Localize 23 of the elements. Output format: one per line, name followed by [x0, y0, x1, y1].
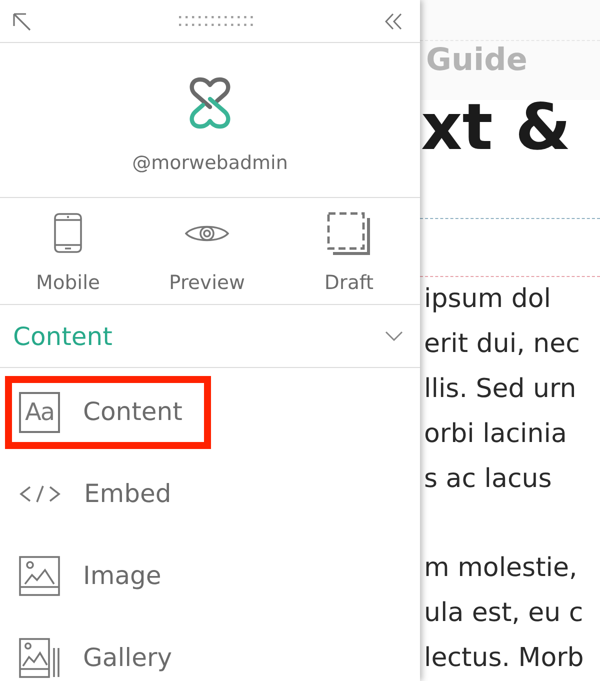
- eye-icon: [185, 224, 229, 242]
- picture-icon: [19, 556, 60, 596]
- draft-button[interactable]: Draft: [324, 198, 374, 295]
- dashed-square-icon: [327, 212, 371, 254]
- hearts-logo-icon: [187, 77, 233, 129]
- widget-item[interactable]: Gallery: [19, 638, 172, 678]
- body-paragraph: ipsum dol erit dui, nec llis. Sed urn orbi lacinia s ac lacus: [423, 283, 581, 496]
- widget-item[interactable]: Aa Content: [5, 376, 212, 448]
- preview-button[interactable]: Preview: [169, 198, 245, 295]
- mobile-button[interactable]: Mobile: [36, 198, 100, 295]
- double-chevron-icon[interactable]: [385, 12, 402, 30]
- diagonal-arrow-icon[interactable]: [13, 13, 31, 31]
- page-heading: xt &: [420, 100, 572, 156]
- code-brackets-icon: [19, 485, 61, 503]
- username-text: @morwebadmin: [132, 151, 288, 175]
- phone-icon: [54, 213, 82, 253]
- picture-stack-icon: [19, 638, 60, 678]
- widget-item[interactable]: Image: [19, 556, 162, 596]
- widget-item[interactable]: Embed: [19, 478, 172, 510]
- body-paragraph: m molestie, ula est, eu c lectus. Morb: [423, 552, 585, 675]
- text-style-icon: Aa: [19, 392, 60, 432]
- header-title: Guide: [426, 43, 528, 77]
- drag-handle-icon[interactable]: [178, 16, 254, 26]
